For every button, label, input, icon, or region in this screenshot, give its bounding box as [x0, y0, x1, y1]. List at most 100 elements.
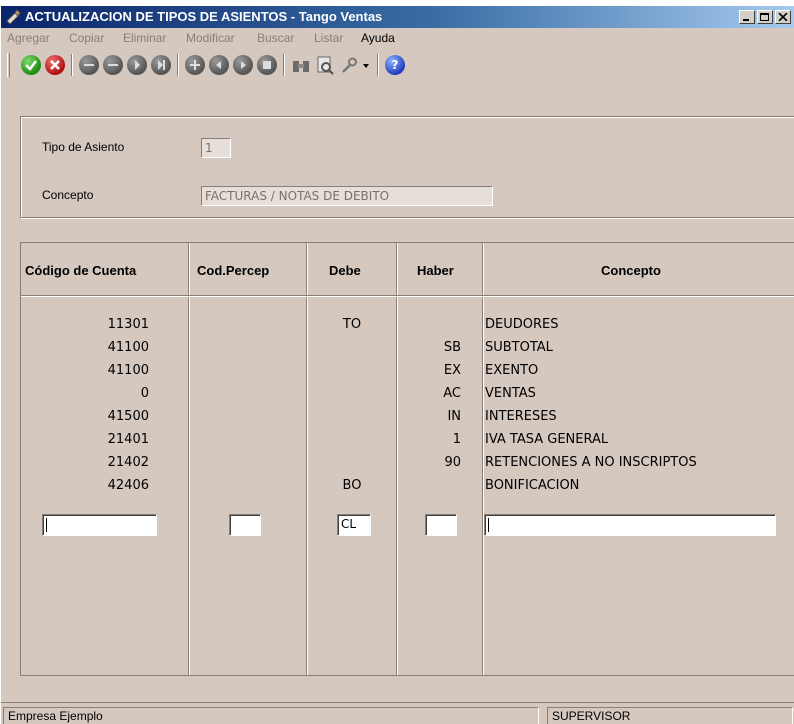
concepto-field[interactable]: FACTURAS / NOTAS DE DEBITO [201, 186, 493, 206]
row-concepto[interactable]: RETENCIONES A NO INSCRIPTOS [485, 451, 785, 475]
row-codigo[interactable]: 41100 [21, 359, 149, 383]
menu-modificar[interactable]: Modificar [186, 31, 235, 45]
first-record-icon [84, 64, 94, 66]
row-codigo[interactable]: 41500 [21, 405, 149, 429]
tools-icon[interactable] [339, 55, 359, 75]
row-concepto[interactable]: DEUDORES [485, 313, 785, 337]
modify-button[interactable] [257, 55, 277, 75]
row-concepto[interactable]: SUBTOTAL [485, 336, 785, 360]
header-concepto[interactable]: Concepto [601, 263, 661, 278]
last-record-button[interactable] [151, 55, 171, 75]
header-debe[interactable]: Debe [329, 263, 361, 278]
row-debe[interactable] [307, 405, 397, 429]
tipo-asiento-field[interactable]: 1 [201, 138, 231, 158]
close-button[interactable] [775, 10, 791, 24]
row-codigo[interactable]: 41100 [21, 336, 149, 360]
row-haber[interactable]: 1 [397, 428, 461, 452]
print-preview-icon[interactable] [315, 55, 335, 75]
binoculars-icon[interactable] [291, 55, 311, 75]
cod-percep-input[interactable] [229, 514, 261, 536]
copy-button[interactable] [209, 55, 229, 75]
app-window: ACTUALIZACION DE TIPOS DE ASIENTOS - Tan… [0, 6, 794, 724]
toolbar-separator [71, 54, 73, 76]
column-divider [188, 243, 189, 675]
previous-record-icon [108, 64, 118, 66]
header-cod-percep[interactable]: Cod.Percep [197, 263, 269, 278]
row-concepto[interactable]: EXENTO [485, 359, 785, 383]
row-concepto[interactable]: VENTAS [485, 382, 785, 406]
modify-icon [263, 61, 271, 69]
entries-grid: Código de Cuenta Cod.Percep Debe Haber C… [20, 242, 794, 676]
delete-icon [241, 61, 246, 69]
row-debe[interactable] [307, 359, 397, 383]
status-usuario: SUPERVISOR [547, 707, 793, 724]
row-debe[interactable]: BO [307, 474, 397, 498]
next-record-button[interactable] [127, 55, 147, 75]
accept-icon [25, 60, 37, 71]
toolbar-separator [177, 54, 179, 76]
previous-record-button[interactable] [103, 55, 123, 75]
column-divider [482, 243, 483, 675]
menu-agregar[interactable]: Agregar [7, 31, 50, 45]
status-bar: Empresa Ejemplo SUPERVISOR [1, 702, 794, 724]
minimize-button[interactable] [739, 10, 755, 24]
menu-ayuda[interactable]: Ayuda [361, 31, 395, 45]
header-codigo-cuenta[interactable]: Código de Cuenta [25, 263, 136, 278]
header-divider [21, 295, 794, 296]
add-button[interactable] [185, 55, 205, 75]
row-codigo[interactable]: 42406 [21, 474, 149, 498]
last-record-icon [158, 60, 165, 70]
row-concepto[interactable]: IVA TASA GENERAL [485, 428, 785, 452]
menu-copiar[interactable]: Copiar [69, 31, 104, 45]
toolbar: ? [7, 50, 794, 80]
menu-eliminar[interactable]: Eliminar [123, 31, 166, 45]
help-icon: ? [391, 58, 399, 72]
maximize-button[interactable] [757, 10, 773, 24]
row-codigo[interactable]: 11301 [21, 313, 149, 337]
toolbar-separator [283, 54, 285, 76]
help-button[interactable]: ? [385, 55, 405, 75]
row-debe[interactable]: TO [307, 313, 397, 337]
title-bar[interactable]: ACTUALIZACION DE TIPOS DE ASIENTOS - Tan… [1, 6, 794, 28]
dropdown-arrow-icon[interactable] [361, 55, 371, 75]
row-haber[interactable] [397, 313, 461, 337]
row-haber[interactable]: IN [397, 405, 461, 429]
row-haber[interactable] [397, 474, 461, 498]
row-concepto[interactable]: INTERESES [485, 405, 785, 429]
delete-button[interactable] [233, 55, 253, 75]
row-haber[interactable]: EX [397, 359, 461, 383]
header-haber[interactable]: Haber [417, 263, 454, 278]
minimize-icon [743, 19, 749, 21]
app-icon [6, 9, 21, 25]
cancel-icon [50, 60, 60, 70]
first-record-button[interactable] [79, 55, 99, 75]
toolbar-grip[interactable] [7, 53, 10, 77]
accept-button[interactable] [21, 55, 41, 75]
close-icon [778, 13, 788, 21]
menu-bar: Agregar Copiar Eliminar Modificar Buscar… [1, 28, 794, 48]
row-concepto[interactable]: BONIFICACION [485, 474, 785, 498]
row-haber[interactable]: AC [397, 382, 461, 406]
toolbar-separator [377, 54, 379, 76]
copy-icon [216, 61, 221, 69]
row-debe[interactable] [307, 336, 397, 360]
cancel-button[interactable] [45, 55, 65, 75]
row-haber[interactable]: 90 [397, 451, 461, 475]
row-codigo[interactable]: 0 [21, 382, 149, 406]
concepto-input[interactable] [484, 514, 776, 536]
codigo-cuenta-input[interactable] [42, 514, 157, 536]
row-debe[interactable] [307, 428, 397, 452]
row-haber[interactable]: SB [397, 336, 461, 360]
haber-input[interactable] [425, 514, 457, 536]
row-codigo[interactable]: 21401 [21, 428, 149, 452]
header-panel: Tipo de Asiento 1 Concepto FACTURAS / NO… [20, 116, 794, 218]
debe-input[interactable]: CL [337, 514, 371, 536]
row-codigo[interactable]: 21402 [21, 451, 149, 475]
menu-buscar[interactable]: Buscar [257, 31, 294, 45]
tipo-asiento-label: Tipo de Asiento [42, 140, 125, 154]
concepto-label: Concepto [42, 188, 94, 202]
window-title: ACTUALIZACION DE TIPOS DE ASIENTOS - Tan… [25, 9, 383, 24]
menu-listar[interactable]: Listar [314, 31, 343, 45]
row-debe[interactable] [307, 451, 397, 475]
row-debe[interactable] [307, 382, 397, 406]
